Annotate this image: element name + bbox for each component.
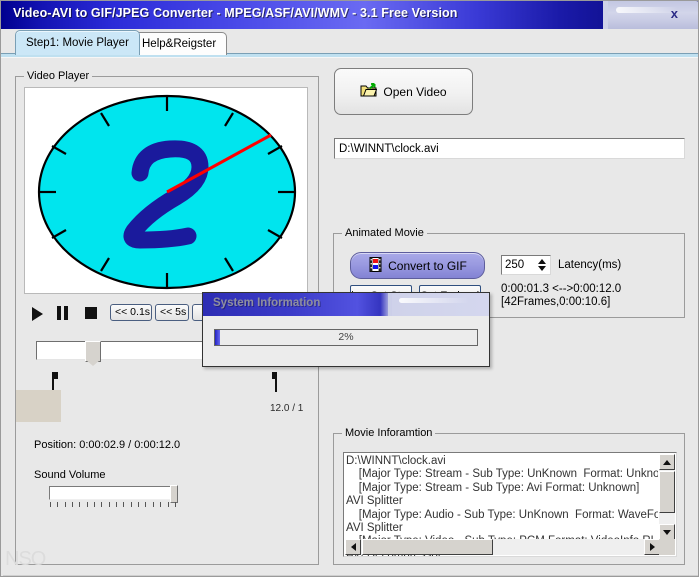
latency-stepper[interactable]: 250 (501, 255, 551, 275)
convert-to-gif-label: Convert to GIF (388, 258, 467, 273)
scroll-up-button[interactable] (659, 454, 675, 470)
tab-strip: Step1: Movie Player Help&Reigster (1, 29, 698, 55)
range-line-2: [42Frames,0:00:10.6] (501, 296, 611, 308)
stepper-down-icon[interactable] (537, 266, 546, 271)
movie-information-listbox[interactable]: D:\WINNT\clock.avi [Major Type: Stream -… (343, 452, 677, 557)
dialog-title-gloss (399, 298, 469, 303)
window-title: Video-AVI to GIF/JPEG Converter - MPEG/A… (13, 6, 458, 20)
dialog-title: System Information (213, 297, 321, 309)
scroll-left-button[interactable] (345, 539, 361, 555)
timeline-end-label: 12.0 / 1 (270, 403, 304, 414)
end-marker[interactable] (272, 372, 281, 392)
latency-label: Latency(ms) (558, 259, 622, 271)
convert-to-gif-button[interactable]: Convert to GIF (350, 252, 485, 279)
stop-icon[interactable] (85, 307, 97, 319)
status-divider (3, 575, 698, 576)
dialog-title-bar: System Information (203, 293, 489, 316)
start-marker[interactable] (49, 372, 58, 392)
range-line-1: 0:00:01.3 <-->0:00:12.0 (501, 283, 622, 295)
listbox-horizontal-scrollbar[interactable] (345, 539, 660, 555)
open-video-button[interactable]: Open Video (334, 68, 473, 115)
movie-information-group-label: Movie Inforamtion (342, 427, 436, 439)
video-path-input[interactable]: D:\WINNT\clock.avi (334, 138, 685, 159)
clock-video-frame (37, 94, 297, 290)
scroll-right-button[interactable] (644, 539, 660, 555)
volume-ticks (50, 502, 176, 507)
title-bar: Video-AVI to GIF/JPEG Converter - MPEG/A… (1, 1, 698, 29)
horizontal-scroll-thumb[interactable] (362, 539, 493, 555)
progress-percent-label: 2% (338, 331, 354, 343)
close-icon[interactable]: x (671, 7, 678, 21)
sound-volume-label: Sound Volume (34, 469, 106, 481)
animated-movie-group-label: Animated Movie (342, 227, 427, 239)
open-folder-icon (360, 82, 378, 101)
progress-bar: 2% (214, 329, 478, 346)
position-label: Position: 0:00:02.9 / 0:00:12.0 (34, 439, 181, 451)
volume-slider[interactable] (49, 485, 178, 503)
pause-icon[interactable] (57, 306, 71, 320)
back-5s-button[interactable]: << 5s (155, 304, 189, 321)
open-video-button-label: Open Video (383, 84, 447, 99)
volume-slider-thumb[interactable] (170, 485, 178, 503)
scrollbar-corner (659, 539, 675, 555)
title-bar-button-area (608, 1, 698, 29)
vertical-scroll-thumb[interactable] (659, 471, 675, 513)
seek-trackbar-thumb[interactable] (85, 341, 101, 366)
tab-movie-player[interactable]: Step1: Movie Player (15, 30, 140, 55)
dialog-title-separator (388, 293, 391, 316)
timeline-overlay-box (16, 390, 61, 422)
play-icon[interactable] (32, 307, 43, 321)
stepper-up-icon[interactable] (537, 259, 546, 264)
watermark-text: NSO (5, 548, 46, 570)
video-surface[interactable] (24, 87, 308, 294)
film-strip-icon (368, 256, 383, 275)
listbox-vertical-scrollbar[interactable] (659, 454, 675, 540)
tab-help-register[interactable]: Help&Reigster (131, 32, 228, 55)
latency-value[interactable]: 250 (502, 259, 533, 271)
application-window: Video-AVI to GIF/JPEG Converter - MPEG/A… (0, 0, 699, 577)
video-player-group-label: Video Player (24, 70, 93, 82)
back-0.1s-button[interactable]: << 0.1s (110, 304, 152, 321)
scroll-down-button[interactable] (659, 524, 675, 540)
movie-information-group: Movie Inforamtion D:\WINNT\clock.avi [Ma… (333, 427, 685, 565)
latency-stepper-arrows[interactable] (533, 256, 550, 274)
system-information-dialog: System Information 2% (202, 292, 490, 367)
